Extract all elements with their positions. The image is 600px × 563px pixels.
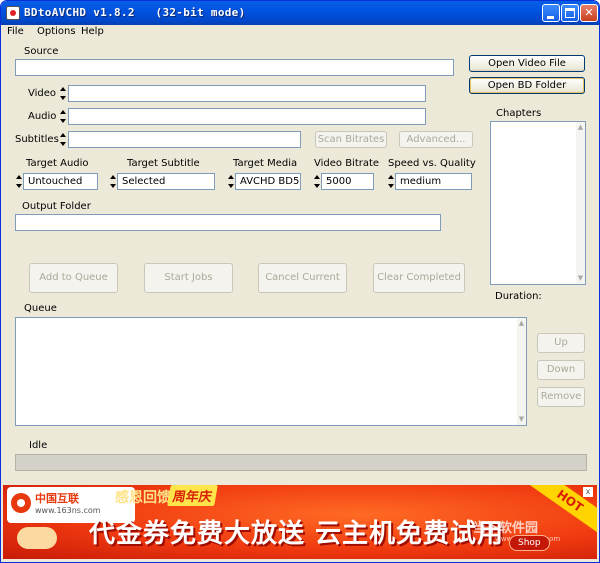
output-folder-label: Output Folder [22,201,91,212]
minimize-button[interactable] [542,4,560,22]
maximize-icon [565,8,575,18]
target-subtitle-field[interactable]: Selected [117,173,215,190]
target-media-label: Target Media [233,158,298,169]
open-bd-folder-button[interactable]: Open BD Folder [469,77,585,94]
video-field[interactable] [68,85,426,102]
audio-field[interactable] [68,108,426,125]
scroll-down-icon[interactable]: ▼ [518,415,525,424]
app-window: BDtoAVCHD v1.8.2 (32-bit mode) ✕ File Op… [0,0,600,563]
advanced-button[interactable]: Advanced... [399,131,473,148]
chapters-label: Chapters [496,108,542,119]
output-folder-field[interactable] [15,214,441,231]
menu-bar: File Options Help [1,25,599,39]
clear-completed-button[interactable]: Clear Completed [373,263,465,293]
down-button[interactable]: Down [537,360,585,380]
status-text: Idle [29,440,48,451]
queue-list[interactable]: ▲ ▼ [15,317,527,426]
speed-quality-label: Speed vs. Quality [388,158,476,169]
video-bitrate-field[interactable]: 5000 [321,173,374,190]
target-audio-field[interactable]: Untouched [23,173,98,190]
menu-file[interactable]: File [7,26,24,37]
audio-spinner[interactable] [59,108,67,125]
app-icon [6,6,20,20]
title-bar[interactable]: BDtoAVCHD v1.8.2 (32-bit mode) ✕ [1,1,599,25]
menu-help[interactable]: Help [81,26,104,37]
cloud-icon [17,527,57,549]
video-spinner[interactable] [59,85,67,102]
duration-label: Duration: [495,291,542,302]
start-jobs-button[interactable]: Start Jobs [144,263,233,293]
target-audio-label: Target Audio [26,158,89,169]
close-icon: ✕ [584,6,594,19]
source-label: Source [24,46,59,57]
subtitles-spinner[interactable] [59,131,67,148]
cancel-current-button[interactable]: Cancel Current [258,263,347,293]
brand-logo-icon [11,493,31,513]
banner-thanks: 感恩回馈 [115,490,171,506]
up-button[interactable]: Up [537,333,585,353]
progress-bar [15,454,587,471]
banner-shop-button[interactable]: Shop [509,535,550,551]
source-field[interactable] [15,59,454,76]
remove-button[interactable]: Remove [537,387,585,407]
maximize-button[interactable] [561,4,579,22]
video-bitrate-spinner[interactable] [313,173,321,190]
scroll-up-icon[interactable]: ▲ [577,123,584,132]
audio-label: Audio [28,111,57,122]
watermark-text: 当下软件园 [473,521,539,536]
minimize-icon [547,16,554,19]
window-title: BDtoAVCHD v1.8.2 (32-bit mode) [24,6,246,19]
chapters-scrollbar[interactable]: ▲ ▼ [576,122,585,284]
scroll-up-icon[interactable]: ▲ [518,319,525,328]
queue-label: Queue [24,303,57,314]
video-label: Video [28,88,57,99]
queue-scrollbar[interactable]: ▲ ▼ [517,318,526,425]
close-button[interactable]: ✕ [580,4,598,22]
ad-banner[interactable]: 中国互联 www.163ns.com 感恩回馈 周年庆 代金券免费大放送 云主机… [3,485,597,559]
menu-options[interactable]: Options [37,26,76,37]
scan-bitrates-button[interactable]: Scan Bitrates [315,131,387,148]
target-media-field[interactable]: AVCHD BD5 [235,173,301,190]
target-audio-spinner[interactable] [15,173,23,190]
target-subtitle-spinner[interactable] [109,173,117,190]
speed-quality-spinner[interactable] [387,173,395,190]
scroll-down-icon[interactable]: ▼ [577,274,584,283]
speed-quality-field[interactable]: medium [395,173,472,190]
video-bitrate-label: Video Bitrate [314,158,380,169]
banner-anniversary: 周年庆 [167,485,218,506]
banner-headline: 代金券免费大放送 云主机免费试用 [89,519,505,549]
brand-name: 中国互联 [35,492,79,505]
subtitles-label: Subtitles [15,134,59,145]
banner-close-icon[interactable]: x [583,487,593,497]
target-media-spinner[interactable] [227,173,235,190]
add-to-queue-button[interactable]: Add to Queue [29,263,118,293]
target-subtitle-label: Target Subtitle [127,158,200,169]
subtitles-field[interactable] [68,131,301,148]
chapters-list[interactable]: ▲ ▼ [490,121,586,285]
open-video-file-button[interactable]: Open Video File [469,55,585,72]
